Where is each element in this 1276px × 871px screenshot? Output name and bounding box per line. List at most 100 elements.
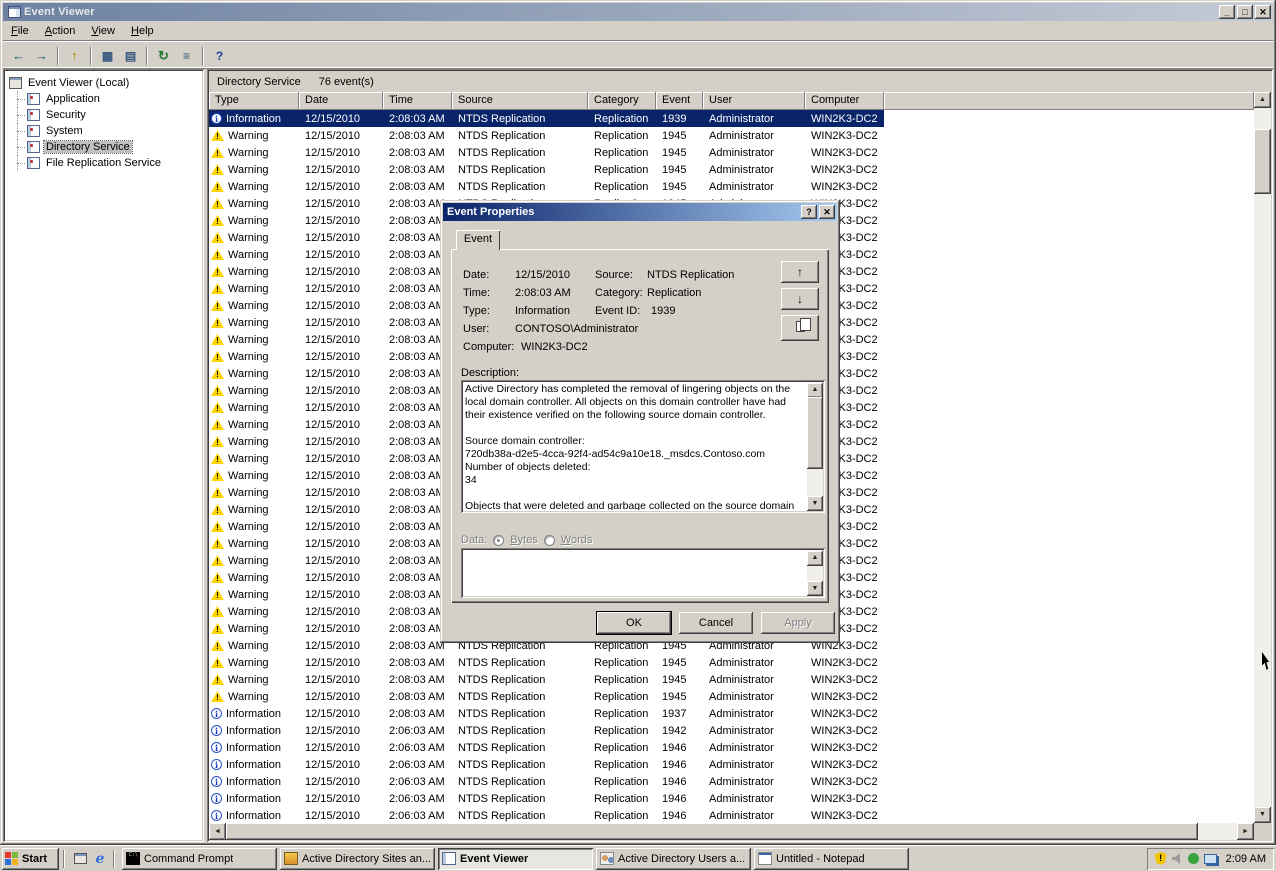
event-row[interactable]: Warning 12/15/2010 2:08:03 AM NTDS Replicat… xyxy=(209,178,884,195)
maximize-button[interactable]: □ xyxy=(1237,5,1253,19)
event-row[interactable]: Warning 12/15/2010 2:08:03 AM NTDS Replicat… xyxy=(209,688,884,705)
warning-icon xyxy=(211,487,224,498)
next-event-button[interactable]: ↓ xyxy=(781,288,819,310)
cell-type: Warning xyxy=(209,654,299,671)
column-header-event[interactable]: Event xyxy=(656,92,703,110)
dialog-titlebar[interactable]: Event Properties ? ✕ xyxy=(443,203,837,221)
previous-event-button[interactable]: ↑ xyxy=(781,261,819,283)
event-row[interactable]: Information 12/15/2010 2:06:03 AM NTDS Repl… xyxy=(209,790,884,807)
words-radio[interactable] xyxy=(543,534,555,546)
bytes-radio[interactable] xyxy=(493,534,505,546)
tree-root-event-viewer-local[interactable]: Event Viewer (Local) xyxy=(7,75,200,91)
toolbar-help-button[interactable]: ? xyxy=(208,45,231,67)
menu-action[interactable]: Action xyxy=(37,23,84,39)
cell-computer: WIN2K3-DC2 xyxy=(811,724,878,737)
event-row[interactable]: Warning 12/15/2010 2:08:03 AM NTDS Replicat… xyxy=(209,671,884,688)
column-header-computer[interactable]: Computer xyxy=(805,92,884,110)
words-radio-label[interactable]: Words xyxy=(561,534,593,546)
event-row[interactable]: Warning 12/15/2010 2:08:03 AM NTDS Replicat… xyxy=(209,144,884,161)
scroll-down-button[interactable]: ▼ xyxy=(1254,807,1271,823)
cancel-button[interactable]: Cancel xyxy=(679,612,753,634)
toolbar-properties-button[interactable]: ▤ xyxy=(119,45,142,67)
column-header-source[interactable]: Source xyxy=(452,92,588,110)
column-header-user[interactable]: User xyxy=(703,92,805,110)
data-scroll-up-button[interactable]: ▲ xyxy=(807,550,823,566)
event-row[interactable]: Information 12/15/2010 2:06:03 AM NTDS Repl… xyxy=(209,807,884,823)
column-header-type[interactable]: Type xyxy=(209,92,299,110)
tree-item-security[interactable]: Security xyxy=(7,107,200,123)
toolbar-refresh-button[interactable]: ↻ xyxy=(152,45,175,67)
cell-user: Administrator xyxy=(709,792,774,805)
column-header-time[interactable]: Time xyxy=(383,92,452,110)
description-scroll-up-button[interactable]: ▲ xyxy=(807,382,823,398)
minimize-button[interactable]: _ xyxy=(1219,5,1235,19)
menu-view[interactable]: View xyxy=(83,23,123,39)
tree-item-directory-service[interactable]: Directory Service xyxy=(7,139,200,155)
column-header-date[interactable]: Date xyxy=(299,92,383,110)
horizontal-scroll-thumb[interactable] xyxy=(226,823,1198,840)
data-scroll-down-button[interactable]: ▼ xyxy=(807,581,823,596)
event-row[interactable]: Warning 12/15/2010 2:08:03 AM NTDS Replicat… xyxy=(209,654,884,671)
warning-icon xyxy=(211,657,224,668)
volume-icon[interactable] xyxy=(1171,853,1180,864)
taskbar-button-active-directory-users-a[interactable]: Active Directory Users a... xyxy=(596,847,751,870)
scrollbar-corner xyxy=(1254,823,1271,840)
tab-event[interactable]: Event xyxy=(456,230,500,250)
description-scroll-thumb[interactable] xyxy=(807,397,823,469)
ok-button[interactable]: OK xyxy=(596,611,672,635)
cell-date: 12/15/2010 xyxy=(305,537,361,550)
cell-date: 12/15/2010 xyxy=(305,605,361,618)
dialog-close-button[interactable]: ✕ xyxy=(819,205,835,219)
back-icon: ← xyxy=(12,48,25,63)
event-row[interactable]: Information 12/15/2010 2:06:03 AM NTDS Repl… xyxy=(209,739,884,756)
menu-file[interactable]: File xyxy=(3,23,37,39)
column-header-category[interactable]: Category xyxy=(588,92,656,110)
toolbar-forward-button[interactable]: → xyxy=(30,45,53,67)
internet-explorer-button[interactable]: e xyxy=(91,850,109,868)
description-scrollbar[interactable]: ▲ ▼ xyxy=(807,382,823,511)
tree-item-application[interactable]: Application xyxy=(7,91,200,107)
cell-event: 1945 xyxy=(662,180,687,193)
data-scrollbar[interactable]: ▲ ▼ xyxy=(807,550,823,596)
description-scroll-down-button[interactable]: ▼ xyxy=(807,496,823,511)
apply-button[interactable]: Apply xyxy=(761,612,835,634)
event-row[interactable]: Information 12/15/2010 2:08:03 AM NTDS Repl… xyxy=(209,705,884,722)
cell-computer: WIN2K3-DC2 xyxy=(811,809,878,822)
description-box[interactable]: Active Directory has completed the remov… xyxy=(461,380,825,513)
taskbar-button-active-directory-sites-an[interactable]: Active Directory Sites an... xyxy=(280,847,435,870)
scroll-left-button[interactable]: ◄ xyxy=(209,823,226,840)
event-row[interactable]: Information 12/15/2010 2:06:03 AM NTDS Repl… xyxy=(209,722,884,739)
taskbar-button-event-viewer[interactable]: Event Viewer xyxy=(438,847,593,870)
vertical-scroll-thumb[interactable] xyxy=(1254,129,1271,194)
toolbar-back-button[interactable]: ← xyxy=(7,45,30,67)
warning-icon xyxy=(211,402,224,413)
copy-event-button[interactable] xyxy=(781,315,819,341)
event-row[interactable]: Information 12/15/2010 2:08:03 AM NTDS Repl… xyxy=(209,110,884,127)
scroll-up-button[interactable]: ▲ xyxy=(1254,92,1271,108)
bytes-radio-label[interactable]: Bytes xyxy=(510,534,538,546)
event-row[interactable]: Warning 12/15/2010 2:08:03 AM NTDS Replicat… xyxy=(209,127,884,144)
status-icon[interactable] xyxy=(1187,853,1199,864)
scroll-right-button[interactable]: ► xyxy=(1237,823,1254,840)
show-desktop-button[interactable] xyxy=(71,850,89,868)
vertical-scrollbar[interactable]: ▲ ▼ xyxy=(1254,92,1271,823)
menu-help[interactable]: Help xyxy=(123,23,162,39)
tree-item-file-replication-service[interactable]: File Replication Service xyxy=(7,155,200,171)
event-row[interactable]: Information 12/15/2010 2:06:03 AM NTDS Repl… xyxy=(209,773,884,790)
start-button[interactable]: Start xyxy=(2,847,59,870)
time-label: Time: xyxy=(463,287,491,299)
network-icon[interactable] xyxy=(1203,853,1217,864)
taskbar-button-command-prompt[interactable]: C:\ Command Prompt xyxy=(122,847,277,870)
close-button[interactable]: ✕ xyxy=(1255,5,1271,19)
event-row[interactable]: Information 12/15/2010 2:06:03 AM NTDS Repl… xyxy=(209,756,884,773)
toolbar-export-list-button[interactable]: ≡ xyxy=(175,45,198,67)
window-titlebar[interactable]: Event Viewer _ □ ✕ xyxy=(3,3,1273,21)
dialog-help-button[interactable]: ? xyxy=(801,205,817,219)
taskbar-button-untitled-notepad[interactable]: Untitled - Notepad xyxy=(754,847,909,870)
security-alert-icon[interactable] xyxy=(1154,852,1167,865)
event-row[interactable]: Warning 12/15/2010 2:08:03 AM NTDS Replicat… xyxy=(209,161,884,178)
tree-item-system[interactable]: System xyxy=(7,123,200,139)
toolbar-show-console-tree-button[interactable]: ▦ xyxy=(96,45,119,67)
toolbar-up-one-level-button[interactable]: ↑ xyxy=(63,45,86,67)
horizontal-scrollbar[interactable]: ◄ ► xyxy=(209,823,1254,840)
